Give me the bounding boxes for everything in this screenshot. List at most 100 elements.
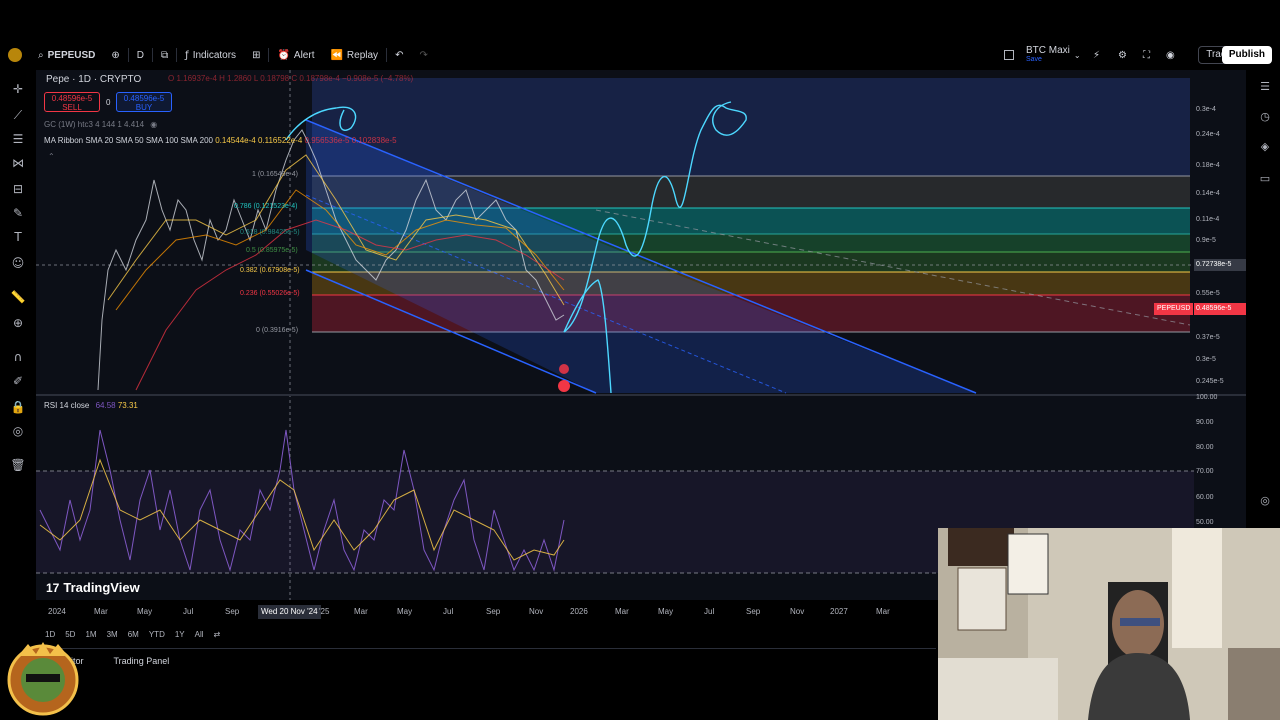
price-tick: 0.9e-5	[1196, 237, 1216, 244]
time-label: Sep	[486, 607, 501, 616]
right-sidebar: ☰ ◷ ◈ ▭ ◎	[1250, 70, 1280, 520]
lock-icon[interactable]: 🔒	[9, 398, 27, 416]
watchlist-icon[interactable]: ☰	[1257, 78, 1273, 94]
clock-icon[interactable]: ◷	[1257, 108, 1273, 124]
layers-icon[interactable]: ◈	[1257, 138, 1273, 154]
tab-trading-panel[interactable]: Trading Panel	[114, 656, 170, 672]
templates-button[interactable]: ⊞	[244, 44, 268, 66]
chart-legend-title[interactable]: Pepe · 1D · CRYPTO	[46, 74, 141, 85]
tv-logo-icon: 17	[46, 580, 60, 595]
chart-legend-ohlc: O 1.16937e-4 H 1.2860 L 0.18798 C 0.1879…	[168, 74, 414, 83]
ma-ribbon-label: MA Ribbon SMA 20 SMA 50 SMA 100 SMA 200	[44, 136, 213, 145]
trend-line-icon[interactable]: ⟋	[9, 106, 27, 124]
sell-label: SELL	[62, 103, 82, 112]
ma-value-4: 0.102838e-5	[351, 136, 397, 145]
text-icon[interactable]: T	[9, 228, 27, 246]
price-tick: 0.37e-5	[1196, 334, 1220, 341]
layout-name-block: BTC Maxi Save	[1026, 46, 1070, 64]
symbol-label: PEPEUSD	[47, 49, 96, 61]
ma-value-3: 0.956536e-5	[304, 136, 350, 145]
range-1y[interactable]: 1Y	[170, 628, 190, 644]
redo-button[interactable]: ↷	[411, 44, 435, 66]
rsi-tick: 60.00	[1196, 494, 1214, 501]
fib-label-0618: 0.618 (0.98425e-5)	[240, 229, 300, 236]
target-icon[interactable]: ◎	[1257, 492, 1273, 508]
settings-button[interactable]: ⚙	[1110, 44, 1135, 66]
crosshair-date-badge: Wed 20 Nov '24	[258, 605, 321, 619]
indicators-button[interactable]: ƒ Indicators	[177, 44, 244, 66]
layout-save-hint: Save	[1026, 56, 1042, 63]
buy-button[interactable]: 0.48596e-5 BUY	[116, 92, 172, 112]
indicators-label: Indicators	[192, 49, 237, 61]
ma-value-1: 0.14544e-4	[215, 136, 256, 145]
replay-button[interactable]: ⏪ Replay	[322, 44, 386, 66]
ruler-icon[interactable]: 📏	[9, 288, 27, 306]
range-all[interactable]: All	[190, 628, 209, 644]
rsi-tick: 50.00	[1196, 519, 1214, 526]
eye-icon[interactable]: ◎	[9, 422, 27, 440]
fib-label-1: 1 (0.16549e-4)	[252, 171, 298, 178]
pattern-icon[interactable]: ⋈	[9, 154, 27, 172]
drawing-toolbar: ✛ ⟋ ☰ ⋈ ⊟ ✎ T ☺ 📏 ⊕ ∩ ✐ 🔒 ◎ 🗑	[0, 70, 36, 480]
time-label: Mar	[876, 607, 890, 616]
fullscreen-button[interactable]: ⛶	[1135, 44, 1158, 66]
snapshot-button[interactable]: ◉	[1158, 44, 1183, 66]
quick-search-button[interactable]: ⚡	[1085, 44, 1108, 66]
layout-select[interactable]: BTC Maxi Save ⌄	[996, 44, 1089, 66]
crosshair-icon[interactable]: ✛	[9, 80, 27, 98]
sell-button[interactable]: 0.48596e-5 SELL	[44, 92, 100, 112]
event-marker[interactable]	[559, 364, 569, 374]
alert-button[interactable]: ⏰ Alert	[269, 44, 322, 66]
buy-price: 0.48596e-5	[123, 94, 165, 103]
rewind-icon: ⏪	[330, 49, 343, 61]
brush-icon[interactable]: ✎	[9, 204, 27, 222]
price-axis[interactable]: 0.3e-4 0.24e-4 0.18e-4 0.14e-4 0.11e-4 0…	[1194, 70, 1246, 600]
magnet-icon[interactable]: ∩	[9, 348, 27, 366]
webcam-scene	[938, 528, 1280, 720]
tv-menu-button[interactable]	[0, 44, 30, 66]
time-label: Mar	[354, 607, 368, 616]
chat-icon[interactable]: ▭	[1257, 170, 1273, 186]
camera-icon: ◉	[1166, 49, 1175, 61]
ma-ribbon-legend[interactable]: MA Ribbon SMA 20 SMA 50 SMA 100 SMA 200 …	[44, 136, 397, 145]
range-1m[interactable]: 1M	[80, 628, 101, 644]
trash-icon[interactable]: 🗑	[9, 456, 27, 474]
goto-date-icon[interactable]: ⇄	[209, 628, 226, 644]
rsi-tick: 90.00	[1196, 419, 1214, 426]
interval-button[interactable]: D	[129, 44, 152, 66]
emoji-icon[interactable]: ☺	[9, 254, 27, 272]
gc-indicator-legend[interactable]: GC (1W) htc3 4 144 1 4.414 ◉	[44, 120, 157, 129]
alert-label: Alert	[293, 49, 315, 61]
fib-label-05: 0.5 (0.85975e-5)	[246, 247, 298, 254]
time-label: 2024	[48, 607, 66, 616]
fib-label-0786: 0.786 (0.121523e-4)	[234, 203, 298, 210]
compare-button[interactable]: ⊕	[103, 44, 127, 66]
rsi-tick: 70.00	[1196, 468, 1214, 475]
plus-circle-icon: ⊕	[111, 49, 120, 61]
undo-button[interactable]: ↶	[387, 44, 411, 66]
fib-label-0: 0 (0.3916e-5)	[256, 327, 299, 334]
chart-pane[interactable]: Pepe · 1D · CRYPTO O 1.16937e-4 H 1.2860…	[36, 70, 1246, 600]
gc-indicator-label: GC (1W) htc3 4 144 1 4.414	[44, 120, 145, 129]
eye-icon[interactable]: ◉	[150, 120, 157, 129]
range-3m[interactable]: 3M	[102, 628, 123, 644]
tv-brand-text: TradingView	[63, 580, 140, 595]
collapse-legend-icon[interactable]: ⌃	[48, 152, 55, 161]
projection-icon[interactable]: ⊟	[9, 180, 27, 198]
chart-type-button[interactable]: ⧉	[153, 44, 176, 66]
chart-canvas	[36, 70, 1246, 600]
range-ytd[interactable]: YTD	[144, 628, 170, 644]
top-toolbar: ⌕ PEPEUSD ⊕ D ⧉ ƒ Indicators ⊞ ⏰ Alert ⏪…	[0, 44, 1280, 66]
symbol-search-button[interactable]: ⌕ PEPEUSD	[30, 44, 103, 66]
dividend-marker[interactable]	[558, 380, 570, 392]
zoom-icon[interactable]: ⊕	[9, 314, 27, 332]
fib-retracement-icon[interactable]: ☰	[9, 130, 27, 148]
time-label: Mar	[94, 607, 108, 616]
rsi-tick: 80.00	[1196, 444, 1214, 451]
time-label: Jul	[443, 607, 454, 616]
stay-drawing-icon[interactable]: ✐	[9, 372, 27, 390]
range-6m[interactable]: 6M	[123, 628, 144, 644]
publish-button[interactable]: Publish	[1221, 46, 1272, 64]
rsi-legend[interactable]: RSI 14 close 64.58 73.31	[44, 401, 138, 410]
symbol-price-tag: PEPEUSD	[1154, 303, 1194, 315]
